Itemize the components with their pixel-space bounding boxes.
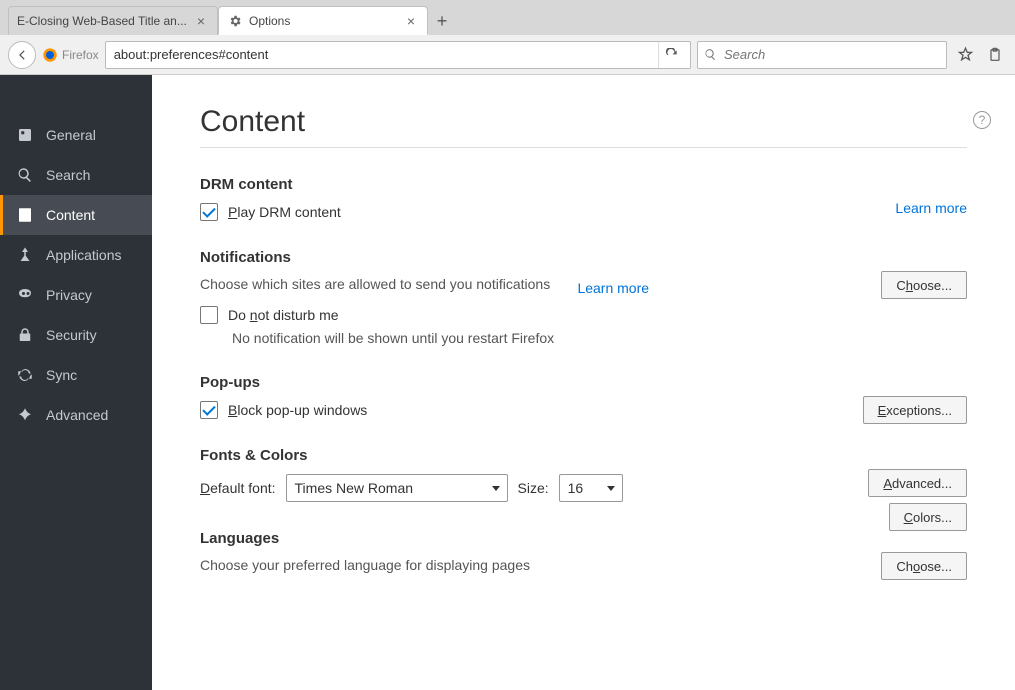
fonts-advanced-button[interactable]: Advanced... [868,469,967,497]
font-size-select[interactable]: 16 [559,474,623,502]
advanced-icon [16,406,34,424]
sidebar-item-sync[interactable]: Sync [0,355,152,395]
default-font-label: Default font: [200,480,276,496]
content-icon [16,206,34,224]
section-heading: Fonts & Colors [200,447,967,464]
default-font-select[interactable]: Times New Roman [286,474,508,502]
section-popups: Pop-ups Block pop-up windows Exceptions.… [200,374,967,419]
font-size-value: 16 [568,480,584,496]
search-icon [704,48,717,61]
languages-desc: Choose your preferred language for displ… [200,557,530,573]
close-icon[interactable]: × [193,13,209,29]
popups-exceptions-button[interactable]: Exceptions... [863,396,967,424]
notifications-desc: Choose which sites are allowed to send y… [200,276,550,292]
fonts-colors-button[interactable]: Colors... [889,503,967,531]
section-heading: DRM content [200,176,967,193]
size-label: Size: [518,480,549,496]
url-bar[interactable] [105,41,691,69]
sidebar-item-advanced[interactable]: Advanced [0,395,152,435]
reload-button[interactable] [658,42,684,68]
sidebar-label: Sync [46,367,77,383]
workspace: General Search Content Applications Priv… [0,75,1015,690]
back-button[interactable] [8,41,36,69]
tab-title: Options [249,14,403,28]
preferences-sidebar: General Search Content Applications Priv… [0,75,152,690]
tab-title: E-Closing Web-Based Title an... [17,14,193,28]
tab-eclosing[interactable]: E-Closing Web-Based Title an... × [8,6,218,35]
sidebar-item-search[interactable]: Search [0,155,152,195]
sidebar-label: Content [46,207,95,223]
sidebar-item-content[interactable]: Content [0,195,152,235]
do-not-disturb-label: Do not disturb me [228,307,339,323]
identity-box[interactable]: Firefox [42,47,99,63]
page-title: Content [200,105,967,139]
url-input[interactable] [112,46,654,63]
new-tab-button[interactable]: + [428,7,456,35]
sidebar-label: Security [46,327,97,343]
sidebar-label: Applications [46,247,122,263]
section-heading: Pop-ups [200,374,967,391]
drm-learn-more-link[interactable]: Learn more [895,200,967,216]
do-not-disturb-checkbox[interactable] [200,306,218,324]
section-fonts: Fonts & Colors Default font: Times New R… [200,447,967,502]
sidebar-label: General [46,127,96,143]
sidebar-label: Privacy [46,287,92,303]
section-notifications: Notifications Choose which sites are all… [200,249,967,346]
firefox-icon [42,47,58,63]
sync-icon [16,366,34,384]
tab-bar: E-Closing Web-Based Title an... × Option… [0,0,1015,35]
sidebar-label: Advanced [46,407,108,423]
applications-icon [16,246,34,264]
tab-options[interactable]: Options × [218,6,428,35]
general-icon [16,126,34,144]
sidebar-label: Search [46,167,90,183]
clipboard-button[interactable] [983,43,1007,67]
nav-bar: Firefox [0,35,1015,75]
section-languages: Languages Choose your preferred language… [200,530,967,581]
play-drm-checkbox[interactable] [200,203,218,221]
sidebar-item-privacy[interactable]: Privacy [0,275,152,315]
sidebar-item-applications[interactable]: Applications [0,235,152,275]
play-drm-label: Play DRM content [228,204,341,220]
notifications-learn-more-link[interactable]: Learn more [577,280,649,296]
section-heading: Languages [200,530,967,547]
search-bar[interactable] [697,41,947,69]
content-pane: Content ? DRM content Play DRM content L… [152,75,1015,690]
notifications-choose-button[interactable]: Choose... [881,271,967,299]
brand-label: Firefox [62,48,99,62]
search-input[interactable] [722,46,940,63]
default-font-value: Times New Roman [295,480,414,496]
section-heading: Notifications [200,249,967,266]
search-icon [16,166,34,184]
help-button[interactable]: ? [973,111,991,129]
privacy-icon [16,286,34,304]
gear-icon [227,13,243,29]
bookmark-star-button[interactable] [953,43,977,67]
languages-choose-button[interactable]: Choose... [881,552,967,580]
sidebar-item-general[interactable]: General [0,115,152,155]
divider [200,147,967,148]
block-popups-label: Block pop-up windows [228,402,367,418]
close-icon[interactable]: × [403,13,419,29]
dnd-note: No notification will be shown until you … [232,330,967,346]
section-drm: DRM content Play DRM content Learn more [200,176,967,221]
lock-icon [16,326,34,344]
sidebar-item-security[interactable]: Security [0,315,152,355]
block-popups-checkbox[interactable] [200,401,218,419]
